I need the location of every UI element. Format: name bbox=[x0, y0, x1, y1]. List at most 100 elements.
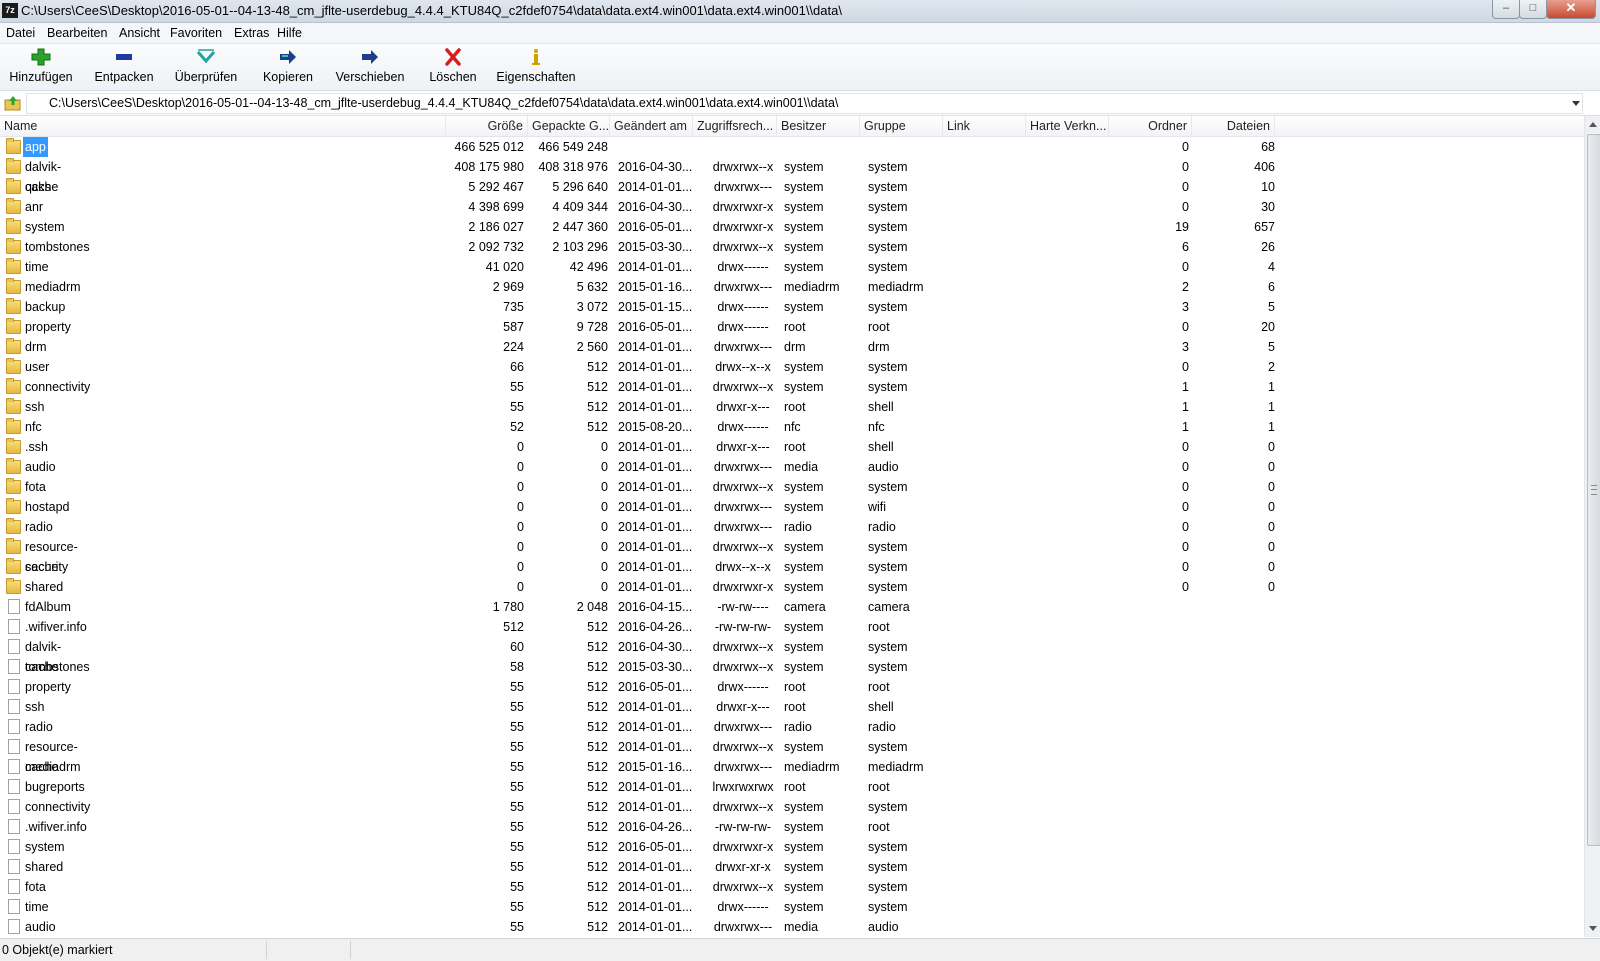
table-row[interactable]: fdAlbum 1 780 2 048 2016-04-15... -rw-rw----… bbox=[0, 597, 1584, 617]
column-size[interactable]: Größe bbox=[446, 116, 528, 136]
cell-packed-size: 2 103 296 bbox=[552, 240, 608, 254]
table-row[interactable]: tombstones 2 092 732 2 103 296 2015-03-30..… bbox=[0, 237, 1584, 257]
cell-group: system bbox=[868, 260, 908, 274]
cell-modified: 2014-01-01... bbox=[618, 540, 693, 554]
cell-attributes: drwx--x--x bbox=[715, 560, 771, 574]
table-row[interactable]: system 2 186 027 2 447 360 2016-05-01... drw… bbox=[0, 217, 1584, 237]
menu-ansicht[interactable]: Ansicht bbox=[119, 26, 160, 40]
address-input[interactable]: C:\Users\CeeS\Desktop\2016-05-01--04-13-… bbox=[26, 93, 1583, 114]
table-row[interactable]: ssh 55 512 2014-01-01... drwxr-x--- root shell bbox=[0, 697, 1584, 717]
cell-files: 5 bbox=[1268, 300, 1275, 314]
table-row[interactable]: fota 0 0 2014-01-01... drwxrwx--x system syste… bbox=[0, 477, 1584, 497]
arrow-up-icon bbox=[1589, 122, 1597, 127]
item-name: audio bbox=[25, 460, 56, 474]
table-row[interactable]: backup 735 3 072 2015-01-15... drwx------ sys… bbox=[0, 297, 1584, 317]
delete-button[interactable]: Löschen bbox=[420, 44, 486, 90]
scroll-up-button[interactable] bbox=[1585, 116, 1600, 132]
cell-packed-size: 512 bbox=[587, 660, 608, 674]
test-button[interactable]: Überprüfen bbox=[168, 44, 244, 90]
table-row[interactable]: resource-cache 0 0 2014-01-01... drwxrwx--x s… bbox=[0, 537, 1584, 574]
table-row[interactable]: radio 55 512 2014-01-01... drwxrwx--- radio ra… bbox=[0, 717, 1584, 737]
menu-extras[interactable]: Extras bbox=[234, 26, 269, 40]
table-row[interactable]: mediadrm 2 969 5 632 2015-01-16... drwxrwx--… bbox=[0, 277, 1584, 297]
table-row[interactable]: system 55 512 2016-05-01... drwxrwxr-x system… bbox=[0, 837, 1584, 857]
column-files[interactable]: Dateien bbox=[1192, 116, 1275, 136]
table-row[interactable]: user 66 512 2014-01-01... drwx--x--x system sy… bbox=[0, 357, 1584, 377]
maximize-button[interactable]: □ bbox=[1519, 0, 1547, 19]
table-row[interactable]: .wifiver.info 512 512 2016-04-26... -rw-rw-r… bbox=[0, 617, 1584, 637]
cell-packed-size: 42 496 bbox=[569, 260, 608, 274]
table-row[interactable]: bugreports 55 512 2014-01-01... lrwxrwxrwx ro… bbox=[0, 777, 1584, 797]
table-row[interactable]: nfc 52 512 2015-08-20... drwx------ nfc nfc 1 1 bbox=[0, 417, 1584, 437]
minimize-button[interactable]: – bbox=[1492, 0, 1520, 19]
cell-attributes: drwxr-x--- bbox=[716, 700, 770, 714]
add-button[interactable]: Hinzufügen bbox=[4, 44, 78, 90]
table-row[interactable]: shared 0 0 2014-01-01... drwxrwxr-x system sys… bbox=[0, 577, 1584, 597]
table-row[interactable]: dalvik-cache 60 512 2016-04-30... drwxrwx--x… bbox=[0, 637, 1584, 674]
cell-size: 2 969 bbox=[492, 280, 524, 294]
cell-owner: system bbox=[784, 660, 824, 674]
menu-bearbeiten[interactable]: Bearbeiten bbox=[47, 26, 107, 40]
cell-files bbox=[1192, 637, 1275, 657]
table-row[interactable]: ssh 55 512 2014-01-01... drwxr-x--- root shell… bbox=[0, 397, 1584, 417]
column-hardlinks[interactable]: Harte Verkn... bbox=[1026, 116, 1109, 136]
cell-group: system bbox=[868, 640, 908, 654]
table-row[interactable]: hostapd 0 0 2014-01-01... drwxrwx--- system wi… bbox=[0, 497, 1584, 517]
cell-attributes: drwxr-x--- bbox=[716, 440, 770, 454]
table-row[interactable]: mediadrm 55 512 2015-01-16... drwxrwx--- medi… bbox=[0, 757, 1584, 777]
table-row[interactable]: shared 55 512 2014-01-01... drwxr-xr-x system… bbox=[0, 857, 1584, 877]
column-folders[interactable]: Ordner bbox=[1109, 116, 1192, 136]
menu-datei[interactable]: Datei bbox=[6, 26, 35, 40]
column-link[interactable]: Link bbox=[943, 116, 1026, 136]
column-attributes[interactable]: Zugriffsrech... bbox=[693, 116, 777, 136]
table-row[interactable]: connectivity 55 512 2014-01-01... drwxrwx--x… bbox=[0, 797, 1584, 817]
cell-size: 0 bbox=[517, 520, 524, 534]
table-row[interactable]: time 41 020 42 496 2014-01-01... drwx------ s… bbox=[0, 257, 1584, 277]
cell-modified: 2015-03-30... bbox=[618, 240, 693, 254]
table-row[interactable]: audio 0 0 2014-01-01... drwxrwx--- media audio… bbox=[0, 457, 1584, 477]
table-row[interactable]: tombstones 58 512 2015-03-30... drwxrwx--x sy… bbox=[0, 657, 1584, 677]
cell-folders: 2 bbox=[1182, 280, 1189, 294]
table-row[interactable]: qcks 5 292 467 5 296 640 2014-01-01... drwxr… bbox=[0, 177, 1584, 197]
column-name[interactable]: Name bbox=[0, 116, 446, 136]
cell-size: 55 bbox=[510, 900, 524, 914]
cell-modified: 2016-04-15... bbox=[618, 600, 693, 614]
scroll-thumb[interactable] bbox=[1587, 134, 1600, 846]
cell-packed-size: 512 bbox=[587, 700, 608, 714]
table-row[interactable]: property 55 512 2016-05-01... drwx------ root… bbox=[0, 677, 1584, 697]
table-row[interactable]: drm 224 2 560 2014-01-01... drwxrwx--- drm drm… bbox=[0, 337, 1584, 357]
table-row[interactable]: audio 55 512 2014-01-01... drwxrwx--- media au… bbox=[0, 917, 1584, 937]
table-row[interactable]: anr 4 398 699 4 409 344 2016-04-30... drwxrw… bbox=[0, 197, 1584, 217]
column-packed-size[interactable]: Gepackte G... bbox=[528, 116, 610, 136]
table-row[interactable]: app 466 525 012 466 549 248 0 68 bbox=[0, 137, 1584, 157]
column-group[interactable]: Gruppe bbox=[860, 116, 943, 136]
folder-up-icon[interactable] bbox=[4, 95, 22, 111]
table-row[interactable]: .wifiver.info 55 512 2016-04-26... -rw-rw-rw… bbox=[0, 817, 1584, 837]
cell-attributes: drwx--x--x bbox=[715, 360, 771, 374]
table-row[interactable]: radio 0 0 2014-01-01... drwxrwx--- radio radio… bbox=[0, 517, 1584, 537]
scroll-down-button[interactable] bbox=[1585, 921, 1600, 937]
cell-packed-size: 0 bbox=[601, 460, 608, 474]
cell-folders: 19 bbox=[1175, 220, 1189, 234]
table-row[interactable]: security 0 0 2014-01-01... drwx--x--x system s… bbox=[0, 557, 1584, 577]
extract-button[interactable]: Entpacken bbox=[88, 44, 160, 90]
table-row[interactable]: dalvik-cache 408 175 980 408 318 976 2016-0… bbox=[0, 157, 1584, 194]
properties-button[interactable]: Eigenschaften bbox=[494, 44, 578, 90]
chevron-down-icon[interactable] bbox=[1572, 101, 1580, 106]
cell-group: system bbox=[868, 900, 908, 914]
menu-favoriten[interactable]: Favoriten bbox=[170, 26, 222, 40]
table-row[interactable]: fota 55 512 2014-01-01... drwxrwx--x system sy… bbox=[0, 877, 1584, 897]
table-row[interactable]: connectivity 55 512 2014-01-01... drwxrwx--x… bbox=[0, 377, 1584, 397]
close-button[interactable]: ✕ bbox=[1546, 0, 1596, 19]
column-modified[interactable]: Geändert am bbox=[610, 116, 693, 136]
menu-hilfe[interactable]: Hilfe bbox=[277, 26, 302, 40]
column-owner[interactable]: Besitzer bbox=[777, 116, 860, 136]
table-row[interactable]: property 587 9 728 2016-05-01... drwx------ r… bbox=[0, 317, 1584, 337]
folder-icon bbox=[6, 218, 21, 234]
move-button[interactable]: Verschieben bbox=[334, 44, 406, 90]
table-row[interactable]: .ssh 0 0 2014-01-01... drwxr-x--- root shell 0 0 bbox=[0, 437, 1584, 457]
table-row[interactable]: resource-cache 55 512 2014-01-01... drwxrwx-… bbox=[0, 737, 1584, 774]
copy-button[interactable]: Kopieren bbox=[256, 44, 320, 90]
table-row[interactable]: time 55 512 2014-01-01... drwx------ system sy… bbox=[0, 897, 1584, 917]
vertical-scrollbar[interactable] bbox=[1584, 116, 1600, 937]
